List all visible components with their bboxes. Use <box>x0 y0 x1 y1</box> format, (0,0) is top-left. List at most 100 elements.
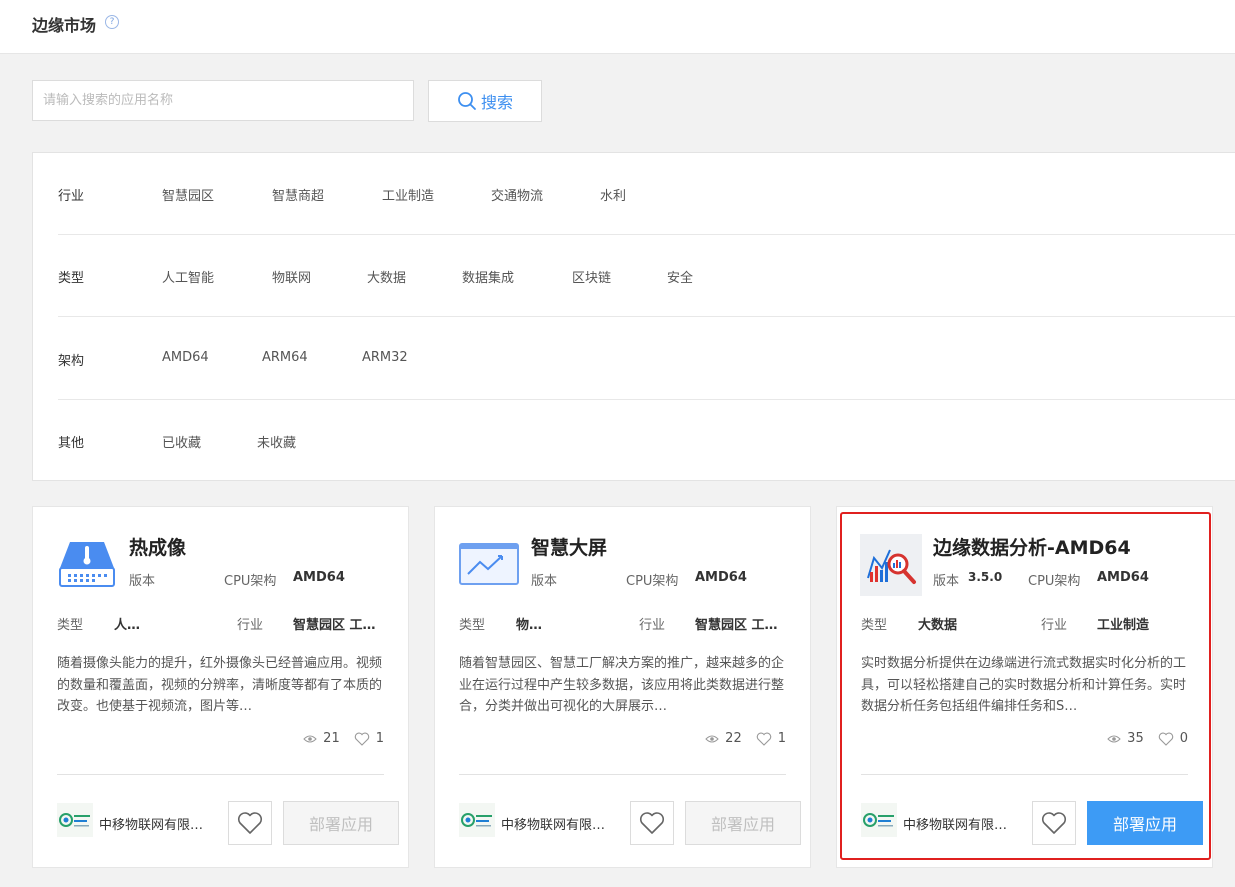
view-count: 22 <box>725 731 742 746</box>
version-label: 版本 <box>129 574 156 589</box>
like-count: 1 <box>777 731 786 746</box>
filter-option[interactable]: 水利 <box>600 185 626 204</box>
page-header: 边缘市场 ? <box>0 0 1235 54</box>
cpu-label: CPU架构 <box>626 574 679 589</box>
filter-option[interactable]: ARM64 <box>262 350 308 365</box>
app-name[interactable]: 热成像 <box>129 533 186 560</box>
filter-label: 架构 <box>58 354 85 369</box>
divider <box>57 774 384 775</box>
deploy-button[interactable]: 部署应用 <box>283 801 399 845</box>
cpu-value: AMD64 <box>1097 570 1149 585</box>
divider <box>861 774 1188 775</box>
divider <box>58 316 1235 317</box>
company-name: 中移物联网有限… <box>99 818 204 833</box>
filter-row-type: 类型 人工智能 物联网 大数据 数据集成 区块链 安全 <box>33 235 1235 317</box>
heart-icon <box>1041 812 1067 834</box>
filter-option[interactable]: 智慧园区 <box>162 185 214 204</box>
heart-icon <box>237 812 263 834</box>
version-label: 版本 <box>933 574 960 589</box>
company-logo <box>57 803 93 837</box>
like-count: 1 <box>375 731 384 746</box>
favorite-button[interactable] <box>630 801 674 845</box>
filter-option[interactable]: AMD64 <box>162 350 209 365</box>
version-value: 3.5.0 <box>968 570 1003 584</box>
industry-value: 智慧园区 工… <box>293 618 376 633</box>
filter-option[interactable]: 物联网 <box>272 267 311 286</box>
industry-label: 行业 <box>639 618 666 633</box>
filter-row-industry: 行业 智慧园区 智慧商超 工业制造 交通物流 水利 <box>33 153 1235 235</box>
app-description: 随着智慧园区、智慧工厂解决方案的推广，越来越多的企业在运行过程中产生较多数据，该… <box>459 656 785 714</box>
industry-label: 行业 <box>237 618 264 633</box>
industry-value: 工业制造 <box>1097 618 1150 633</box>
type-label: 类型 <box>459 618 486 633</box>
cpu-label: CPU架构 <box>224 574 277 589</box>
industry-label: 行业 <box>1041 618 1068 633</box>
eye-icon <box>303 735 317 742</box>
filter-option[interactable]: 已收藏 <box>162 432 201 451</box>
favorite-button[interactable] <box>228 801 272 845</box>
search-input[interactable] <box>32 80 414 121</box>
filter-option[interactable]: 工业制造 <box>382 185 434 204</box>
favorite-button[interactable] <box>1032 801 1076 845</box>
type-label: 类型 <box>861 618 888 633</box>
eye-icon <box>1107 735 1121 742</box>
company-name: 中移物联网有限… <box>501 818 606 833</box>
filter-option[interactable]: 安全 <box>667 267 693 286</box>
filter-option[interactable]: ARM32 <box>362 350 408 365</box>
cpu-label: CPU架构 <box>1028 574 1081 589</box>
eye-icon <box>705 735 719 742</box>
data-analysis-icon <box>860 534 922 596</box>
filter-row-arch: 架构 AMD64 ARM64 ARM32 <box>33 318 1235 400</box>
filter-option[interactable]: 智慧商超 <box>272 185 324 204</box>
dashboard-screen-icon <box>459 543 519 585</box>
heart-icon <box>1158 732 1173 746</box>
heart-icon <box>756 732 771 746</box>
type-value: 物… <box>516 618 543 633</box>
filter-label: 其他 <box>58 436 85 451</box>
filter-option[interactable]: 交通物流 <box>491 185 543 204</box>
page-title: 边缘市场 <box>32 16 97 35</box>
filter-option[interactable]: 人工智能 <box>162 267 214 286</box>
deploy-button[interactable]: 部署应用 <box>685 801 801 845</box>
app-description: 实时数据分析提供在边缘端进行流式数据实时化分析的工具，可以轻松搭建自己的实时数据… <box>861 656 1187 714</box>
app-name[interactable]: 边缘数据分析-AMD64 <box>933 533 1131 560</box>
app-description: 随着摄像头能力的提升，红外摄像头已经普遍应用。视频的数量和覆盖面，视频的分辨率，… <box>57 656 383 714</box>
filter-label: 行业 <box>58 189 85 204</box>
view-count: 35 <box>1127 731 1144 746</box>
search-icon <box>458 92 476 110</box>
cpu-value: AMD64 <box>293 570 345 585</box>
cpu-value: AMD64 <box>695 570 747 585</box>
view-count: 21 <box>323 731 340 746</box>
app-stats: 21 1 <box>303 731 384 746</box>
filter-option[interactable]: 区块链 <box>572 267 611 286</box>
filter-label: 类型 <box>58 271 85 286</box>
app-stats: 22 1 <box>705 731 786 746</box>
filter-panel: 行业 智慧园区 智慧商超 工业制造 交通物流 水利 类型 人工智能 物联网 大数… <box>32 152 1235 481</box>
industry-value: 智慧园区 工… <box>695 618 778 633</box>
divider <box>459 774 786 775</box>
app-card[interactable]: 热成像 版本 CPU架构 AMD64 类型 人… 行业 智慧园区 工… 随着摄像… <box>32 506 409 868</box>
app-name[interactable]: 智慧大屏 <box>531 533 607 560</box>
company-name: 中移物联网有限… <box>903 818 1008 833</box>
filter-row-other: 其他 已收藏 未收藏 <box>33 400 1235 482</box>
filter-option[interactable]: 数据集成 <box>462 267 514 286</box>
type-value: 大数据 <box>918 618 958 633</box>
filter-option[interactable]: 未收藏 <box>257 432 296 451</box>
company-logo <box>459 803 495 837</box>
version-label: 版本 <box>531 574 558 589</box>
heart-icon <box>639 812 665 834</box>
type-label: 类型 <box>57 618 84 633</box>
like-count: 0 <box>1179 731 1188 746</box>
question-circle-icon[interactable]: ? <box>105 15 119 29</box>
search-button-label: 搜索 <box>480 93 513 112</box>
filter-option[interactable]: 大数据 <box>367 267 406 286</box>
app-card[interactable]: 边缘数据分析-AMD64 版本 3.5.0 CPU架构 AMD64 类型 大数据… <box>836 506 1213 868</box>
type-value: 人… <box>114 618 141 633</box>
app-card[interactable]: 智慧大屏 版本 CPU架构 AMD64 类型 物… 行业 智慧园区 工… 随着智… <box>434 506 811 868</box>
heart-icon <box>354 732 369 746</box>
company-logo <box>861 803 897 837</box>
thermal-imaging-icon <box>59 542 115 587</box>
deploy-button[interactable]: 部署应用 <box>1087 801 1203 845</box>
search-button[interactable]: 搜索 <box>428 80 542 122</box>
app-stats: 35 0 <box>1107 731 1188 746</box>
